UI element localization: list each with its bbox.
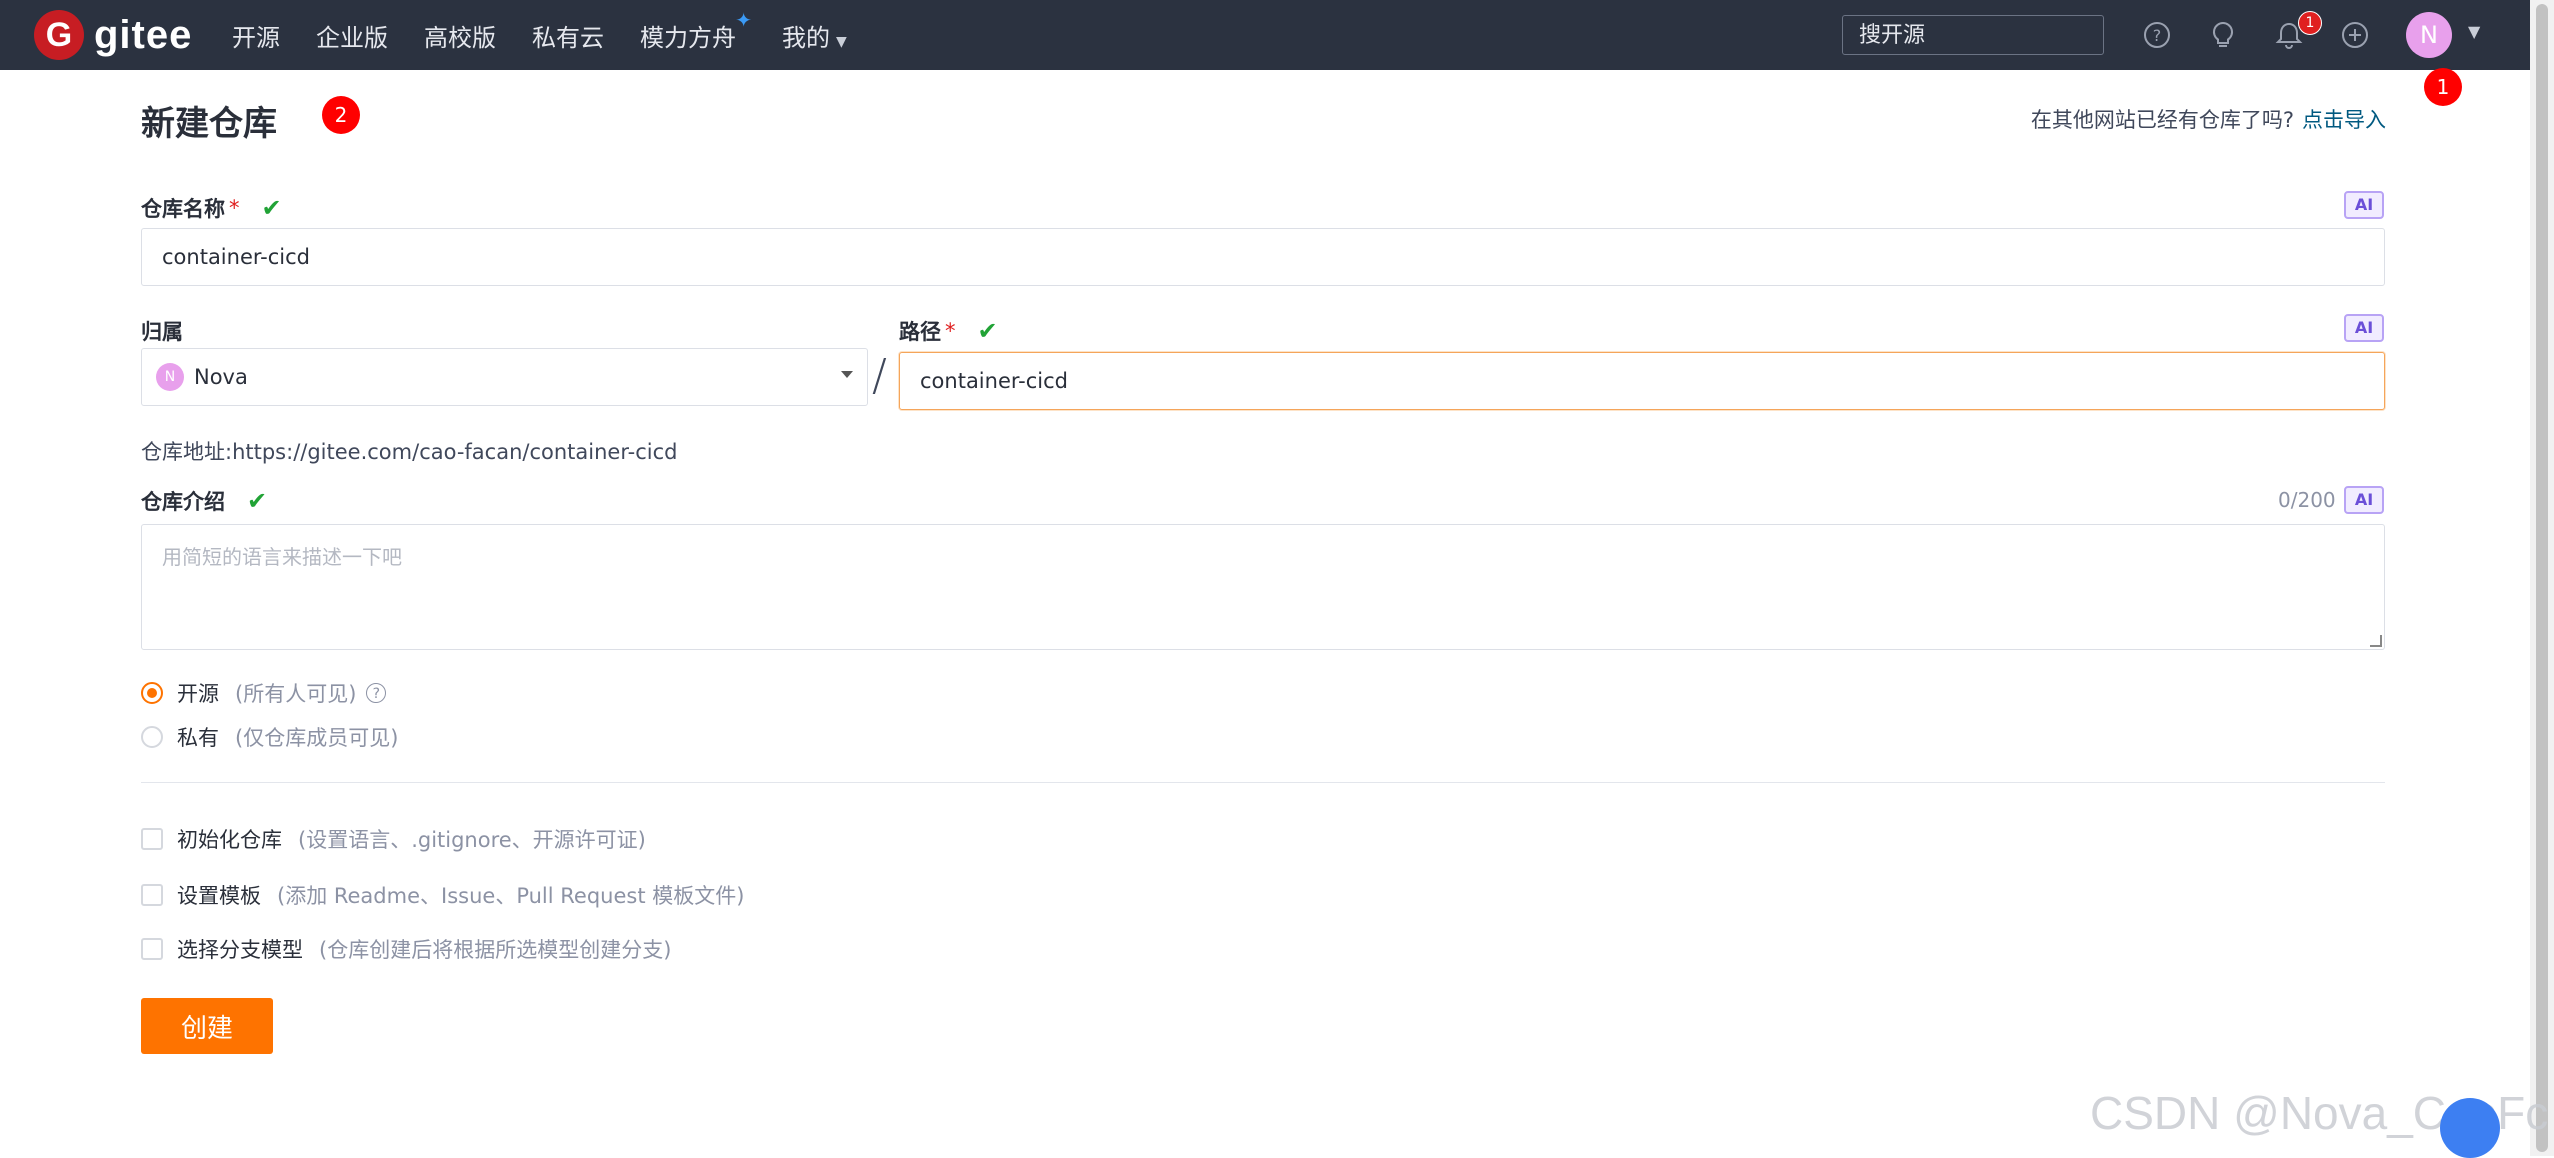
main-nav: 开源 企业版 高校版 私有云 模力方舟 ✦ 我的 ▼ xyxy=(232,0,883,70)
option-branch-model[interactable]: 选择分支模型 (仓库创建后将根据所选模型创建分支) xyxy=(141,934,671,964)
nav-item-moli-fangzhou[interactable]: 模力方舟 ✦ xyxy=(640,8,752,53)
visibility-option-private[interactable]: 私有 (仅仓库成员可见) xyxy=(141,722,398,752)
chevron-down-icon: ▼ xyxy=(836,33,847,50)
ai-button-repo-name[interactable]: AI xyxy=(2344,191,2384,219)
path-label-text: 路径 xyxy=(899,320,941,344)
top-navbar: G gitee 开源 企业版 高校版 私有云 模力方舟 ✦ 我的▼ ? 1 N … xyxy=(0,0,2530,70)
import-hint: 在其他网站已经有仓库了吗? 点击导入 xyxy=(2031,104,2386,134)
option-templates[interactable]: 设置模板 (添加 Readme、Issue、Pull Request 模板文件) xyxy=(141,880,744,910)
option-branch-model-hint: (仓库创建后将根据所选模型创建分支) xyxy=(319,938,672,962)
caret-down-icon xyxy=(841,371,853,378)
gitee-logo[interactable]: G gitee xyxy=(34,10,192,60)
lightbulb-icon[interactable] xyxy=(2208,20,2238,50)
intro-char-counter: 0/200 xyxy=(2278,488,2336,512)
owner-label-text: 归属 xyxy=(141,320,183,344)
nav-item-enterprise[interactable]: 企业版 xyxy=(316,18,388,53)
search-input[interactable] xyxy=(1842,15,2104,55)
option-templates-hint: (添加 Readme、Issue、Pull Request 模板文件) xyxy=(277,884,745,908)
svg-text:?: ? xyxy=(2153,26,2162,45)
visibility-public-label: 开源 xyxy=(177,682,219,706)
owner-label: 归属 xyxy=(141,316,183,346)
ai-button-path[interactable]: AI xyxy=(2344,314,2384,342)
owner-avatar: N xyxy=(156,363,184,391)
nav-item-opensource[interactable]: 开源 xyxy=(232,18,280,53)
check-icon: ✔ xyxy=(261,194,282,222)
create-button[interactable]: 创建 xyxy=(141,998,273,1054)
annotation-marker-1: 1 xyxy=(2424,68,2462,106)
option-init-repo-hint: (设置语言、.gitignore、开源许可证) xyxy=(298,828,646,852)
nav-item-moli-label: 模力方舟 xyxy=(640,23,736,52)
repo-name-input[interactable]: container-cicd xyxy=(141,228,2385,286)
radio-private[interactable] xyxy=(141,726,163,748)
help-icon[interactable]: ? xyxy=(2142,20,2172,50)
check-icon: ✔ xyxy=(247,487,268,515)
visibility-public-hint: (所有人可见) xyxy=(235,682,357,706)
ai-button-intro[interactable]: AI xyxy=(2344,486,2384,514)
checkbox-templates[interactable] xyxy=(141,884,163,906)
question-icon[interactable]: ? xyxy=(366,683,387,703)
path-separator: / xyxy=(872,350,887,401)
divider xyxy=(141,782,2385,783)
visibility-private-label: 私有 xyxy=(177,726,219,750)
floating-assistant-button[interactable] xyxy=(2440,1098,2500,1158)
import-hint-text: 在其他网站已经有仓库了吗? xyxy=(2030,108,2294,132)
nav-item-education[interactable]: 高校版 xyxy=(424,18,496,53)
option-init-repo-label: 初始化仓库 xyxy=(177,828,282,852)
sparkle-icon: ✦ xyxy=(735,7,752,32)
visibility-private-hint: (仅仓库成员可见) xyxy=(235,726,399,750)
scrollbar-thumb[interactable] xyxy=(2536,4,2548,1152)
page-title: 新建仓库 xyxy=(141,104,277,144)
radio-public[interactable] xyxy=(141,682,163,704)
import-link[interactable]: 点击导入 xyxy=(2302,108,2386,132)
intro-textarea[interactable]: 用简短的语言来描述一下吧 xyxy=(141,524,2385,650)
check-icon: ✔ xyxy=(977,317,998,345)
required-mark: * xyxy=(229,196,240,220)
nav-item-mine-label: 我的 xyxy=(782,23,830,52)
annotation-marker-2: 2 xyxy=(322,96,360,134)
nav-item-private-cloud[interactable]: 私有云 xyxy=(532,18,604,53)
owner-value: Nova xyxy=(194,365,248,389)
user-avatar[interactable]: N xyxy=(2406,12,2452,58)
avatar-chevron-down-icon[interactable]: ▼ xyxy=(2468,22,2480,41)
option-templates-label: 设置模板 xyxy=(177,884,261,908)
intro-placeholder: 用简短的语言来描述一下吧 xyxy=(162,545,402,569)
owner-select[interactable]: N Nova xyxy=(141,348,868,406)
resize-handle[interactable] xyxy=(2370,635,2382,647)
checkbox-branch-model[interactable] xyxy=(141,938,163,960)
gitee-logo-text: gitee xyxy=(94,12,193,57)
gitee-logo-icon: G xyxy=(34,10,84,60)
repo-name-label-text: 仓库名称 xyxy=(141,197,225,221)
repo-name-label: 仓库名称 * ✔ xyxy=(141,193,282,223)
checkbox-init-repo[interactable] xyxy=(141,828,163,850)
option-branch-model-label: 选择分支模型 xyxy=(177,938,303,962)
intro-label: 仓库介绍 ✔ xyxy=(141,486,267,516)
plus-circle-icon[interactable] xyxy=(2340,20,2370,50)
visibility-option-public[interactable]: 开源 (所有人可见) ? xyxy=(141,678,387,708)
required-mark: * xyxy=(945,319,956,343)
intro-label-text: 仓库介绍 xyxy=(141,490,225,514)
nav-item-mine[interactable]: 我的 ▼ xyxy=(782,18,847,53)
path-label: 路径 * ✔ xyxy=(899,316,998,346)
path-value: container-cicd xyxy=(920,369,1068,393)
notification-badge: 1 xyxy=(2298,11,2322,35)
path-input[interactable]: container-cicd xyxy=(899,352,2385,410)
option-init-repo[interactable]: 初始化仓库 (设置语言、.gitignore、开源许可证) xyxy=(141,824,646,854)
repo-address: 仓库地址:https://gitee.com/cao-facan/contain… xyxy=(141,440,678,464)
repo-name-value: container-cicd xyxy=(162,245,310,269)
